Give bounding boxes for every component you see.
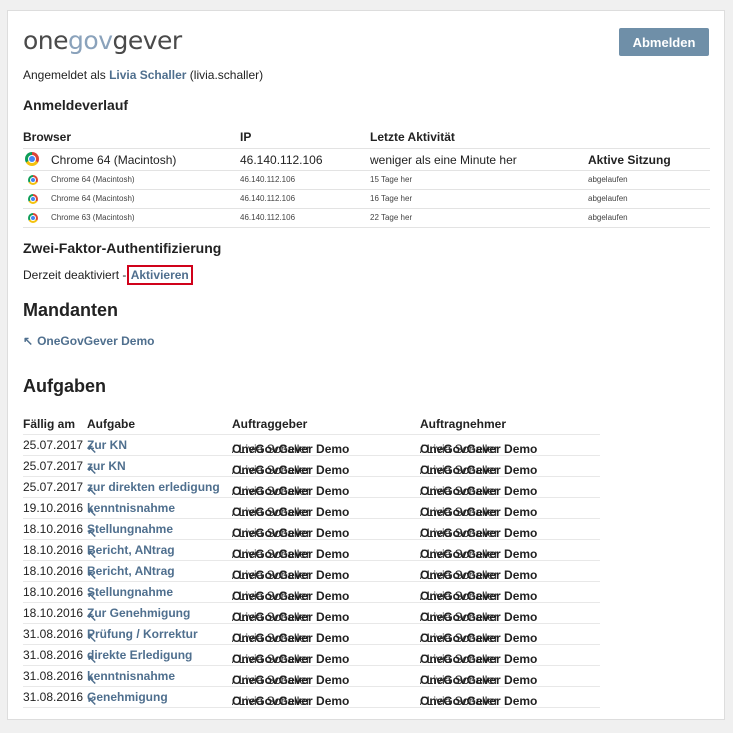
north-west-arrow-icon: ↖ [87,526,98,540]
task-header: Fällig am Aufgabe Auftraggeber Auftragne… [23,413,600,435]
north-west-arrow-icon: ↖ [87,631,98,645]
history-title: Anmeldeverlauf [23,97,129,113]
chrome-icon [25,152,39,166]
task-item[interactable]: ↖ Zur Genehmigung [87,606,190,624]
task-item[interactable]: ↖ Zur KN [87,438,127,456]
task-row: 31.08.2016 ↖ Genehmigung OneGovGever Demo /… [23,686,600,708]
north-west-arrow-icon: ↖ [87,652,98,666]
session-row: Chrome 64 (Macintosh) 46.140.112.106 15 … [23,171,710,190]
task-row: 31.08.2016 ↖ Prüfung / Korrektur OneGovGeve… [23,623,600,645]
chrome-icon [28,213,38,223]
task-link[interactable]: kenntnisnahme [87,669,175,683]
task-item[interactable]: ↖ Stellungnahme [87,585,173,603]
task-item[interactable]: ↖ Stellungnahme [87,522,173,540]
activate-2fa-link[interactable]: Aktivieren [126,265,193,285]
task-due: 25.07.2017 [23,438,84,452]
task-due: 25.07.2017 [23,480,84,494]
task-due: 18.10.2016 [23,522,84,536]
task-item[interactable]: ↖ zur direkten erledigung [87,480,220,498]
session-header: Browser IP Letzte Aktivität [23,130,710,149]
task-due: 31.08.2016 [23,690,84,704]
task-due: 19.10.2016 [23,501,84,515]
task-link[interactable]: Genehmigung [87,690,168,704]
task-item[interactable]: ↖ Prüfung / Korrektur [87,627,198,645]
task-link[interactable]: kenntnisnahme [87,501,175,515]
chrome-icon [28,175,38,185]
active-session-label: Aktive Sitzung [588,153,671,167]
task-row: 18.10.2016 ↖ Zur Genehmigung OneGovGever De… [23,602,600,624]
twofactor-status: Derzeit deaktiviert - Aktivieren [23,265,193,285]
task-link[interactable]: Bericht, ANtrag [87,564,175,578]
task-link[interactable]: direkte Erledigung [87,648,192,662]
task-due: 18.10.2016 [23,543,84,557]
north-west-arrow-icon: ↖ [23,334,34,348]
task-item[interactable]: ↖ Bericht, ANtrag [87,543,175,561]
logout-button[interactable]: Abmelden [619,28,709,56]
task-row: 25.07.2017 ↖ zur KN OneGovGever Demo / Livi… [23,455,600,477]
task-item[interactable]: ↖ kenntnisnahme [87,669,175,687]
session-row: Chrome 63 (Macintosh) 46.140.112.106 22 … [23,209,710,228]
north-west-arrow-icon: ↖ [87,694,98,708]
task-item[interactable]: ↖ direkte Erledigung [87,648,192,666]
north-west-arrow-icon: ↖ [87,547,98,561]
task-due: 18.10.2016 [23,606,84,620]
task-row: 18.10.2016 ↖ Stellungnahme OneGovGever Demo… [23,581,600,603]
task-due: 31.08.2016 [23,627,84,641]
task-row: 31.08.2016 ↖ direkte Erledigung OneGovGever… [23,644,600,666]
session-row-active: Chrome 64 (Macintosh) 46.140.112.106 wen… [23,149,710,171]
task-due: 31.08.2016 [23,648,84,662]
task-row: 19.10.2016 ↖ kenntnisnahme OneGovGever Demo… [23,497,600,519]
north-west-arrow-icon: ↖ [87,568,98,582]
task-row: 25.07.2017 ↖ zur direkten erledigung OneGov… [23,476,600,498]
task-row: 31.08.2016 ↖ kenntnisnahme OneGovGever Demo… [23,665,600,687]
task-item[interactable]: ↖ Bericht, ANtrag [87,564,175,582]
task-row: 18.10.2016 ↖ Bericht, ANtrag OneGovGever De… [23,539,600,561]
north-west-arrow-icon: ↖ [87,442,98,456]
task-item[interactable]: ↖ Genehmigung [87,690,168,708]
task-item[interactable]: ↖ zur KN [87,459,126,477]
task-row: 25.07.2017 ↖ Zur KN OneGovGever Demo / Livi… [23,434,600,456]
north-west-arrow-icon: ↖ [87,484,98,498]
mandanten-title: Mandanten [23,300,119,320]
north-west-arrow-icon: ↖ [87,589,98,603]
aufgaben-title: Aufgaben [23,376,106,396]
chrome-icon [28,194,38,204]
north-west-arrow-icon: ↖ [87,463,98,477]
north-west-arrow-icon: ↖ [87,673,98,687]
task-link[interactable]: Stellungnahme [87,522,173,536]
task-due: 25.07.2017 [23,459,84,473]
task-item[interactable]: ↖ kenntnisnahme [87,501,175,519]
task-row: 18.10.2016 ↖ Bericht, ANtrag OneGovGever De… [23,560,600,582]
north-west-arrow-icon: ↖ [87,505,98,519]
mandant-link[interactable]: OneGovGever Demo [37,334,154,348]
task-due: 18.10.2016 [23,585,84,599]
user-link[interactable]: Livia Schaller [109,68,186,82]
task-link[interactable]: Zur Genehmigung [87,606,190,620]
login-info: Angemeldet als Livia Schaller (livia.sch… [23,68,264,82]
task-link[interactable]: Stellungnahme [87,585,173,599]
north-west-arrow-icon: ↖ [87,610,98,624]
twofactor-title: Zwei-Faktor-Authentifizierung [23,240,222,256]
account-card: onegovgever Abmelden Angemeldet als Livi… [7,10,725,720]
task-due: 31.08.2016 [23,669,84,683]
onegovgever-logo: onegovgever [23,26,182,55]
session-row: Chrome 64 (Macintosh) 46.140.112.106 16 … [23,190,710,209]
task-row: 18.10.2016 ↖ Stellungnahme OneGovGever Demo… [23,518,600,540]
mandant-item[interactable]: ↖ OneGovGever Demo [23,334,154,348]
task-due: 18.10.2016 [23,564,84,578]
task-link[interactable]: zur direkten erledigung [87,480,220,494]
task-link[interactable]: Prüfung / Korrektur [87,627,198,641]
task-link[interactable]: Bericht, ANtrag [87,543,175,557]
